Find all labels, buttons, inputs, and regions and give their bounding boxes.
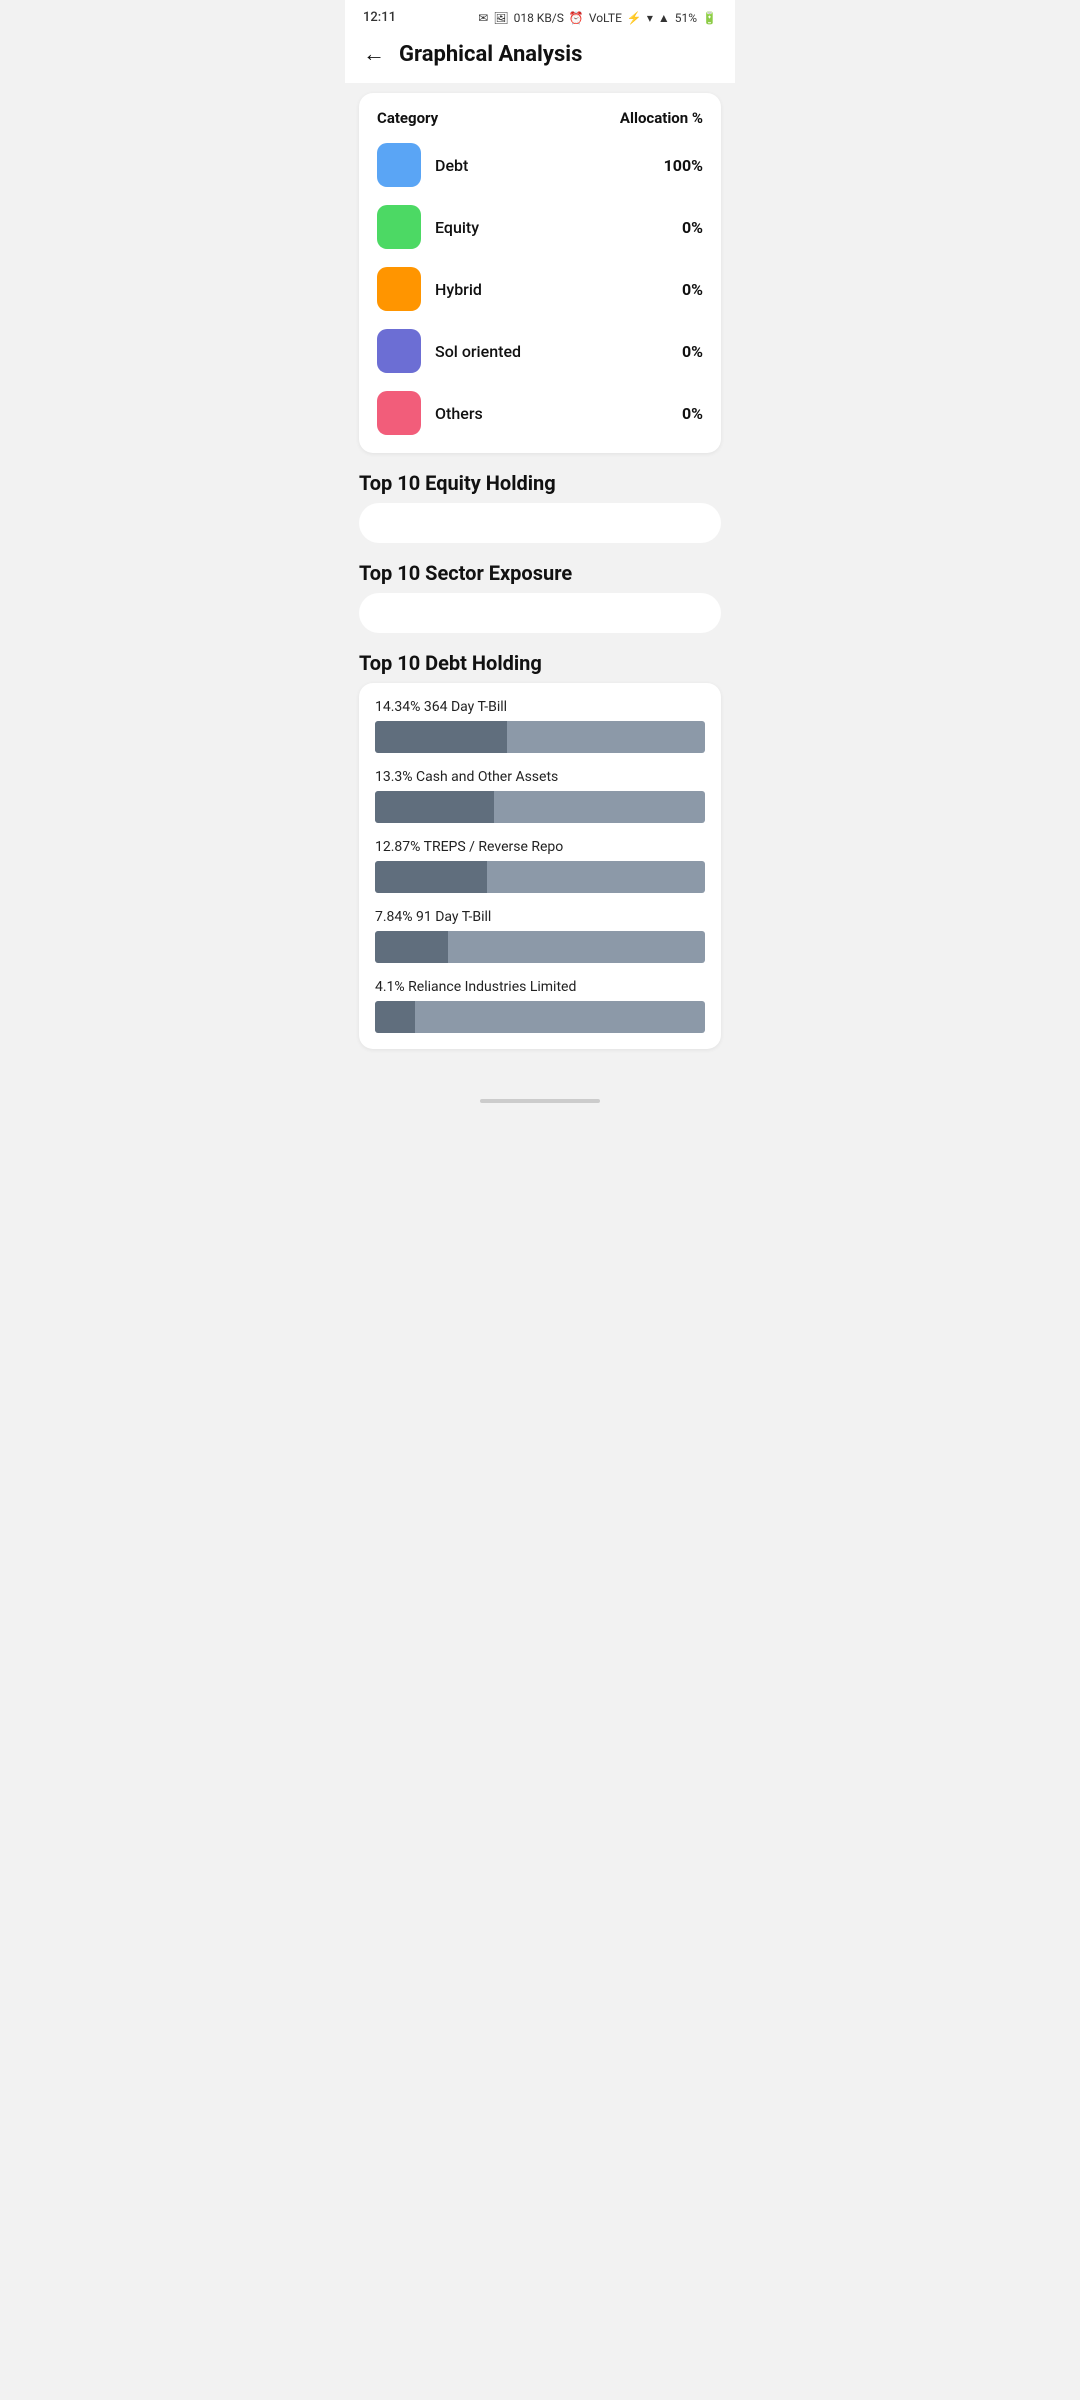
category-color-swatch (377, 205, 421, 249)
category-allocation: 0% (682, 280, 703, 299)
wifi-icon: ▾ (647, 11, 653, 25)
main-content: Category Allocation % Debt 100% Equity 0… (345, 83, 735, 1079)
category-left: Others (377, 391, 483, 435)
signal-icon: ▲ (658, 11, 670, 25)
debt-card: 14.34% 364 Day T-Bill 13.3% Cash and Oth… (359, 683, 721, 1049)
category-row: Others 0% (377, 391, 703, 435)
debt-row: 4.1% Reliance Industries Limited (375, 979, 705, 1033)
allocation-col-header: Allocation % (620, 109, 703, 127)
category-name: Sol oriented (435, 342, 521, 361)
category-row: Hybrid 0% (377, 267, 703, 311)
category-allocation: 0% (682, 342, 703, 361)
category-color-swatch (377, 329, 421, 373)
back-button[interactable]: ← (363, 41, 385, 67)
category-allocation: 0% (682, 218, 703, 237)
category-left: Equity (377, 205, 479, 249)
category-row: Equity 0% (377, 205, 703, 249)
debt-section-title: Top 10 Debt Holding (359, 651, 721, 675)
equity-empty-card (359, 503, 721, 543)
debt-bar-container (375, 861, 705, 893)
debt-row: 7.84% 91 Day T-Bill (375, 909, 705, 963)
category-card-header: Category Allocation % (377, 109, 703, 127)
debt-rows: 14.34% 364 Day T-Bill 13.3% Cash and Oth… (375, 699, 705, 1033)
debt-bar-container (375, 721, 705, 753)
debt-item-label: 13.3% Cash and Other Assets (375, 769, 705, 785)
image-icon: 🖼 (493, 11, 508, 25)
debt-bar-container (375, 931, 705, 963)
alarm-icon: ⏰ (569, 11, 584, 25)
header: ← Graphical Analysis (345, 31, 735, 83)
debt-bar-fill (375, 721, 507, 753)
debt-bar-fill (375, 861, 487, 893)
debt-bar-container (375, 1001, 705, 1033)
category-left: Debt (377, 143, 468, 187)
debt-item-label: 7.84% 91 Day T-Bill (375, 909, 705, 925)
category-name: Others (435, 404, 483, 423)
status-time: 12:11 (363, 10, 396, 25)
status-icons: ✉ 🖼 018 KB/S ⏰ VoLTE ⚡ ▾ ▲ 51% 🔋 (478, 11, 717, 25)
category-allocation: 0% (682, 404, 703, 423)
category-col-header: Category (377, 109, 438, 127)
debt-bar-fill (375, 1001, 415, 1033)
volte-icon: VoLTE (589, 11, 622, 25)
debt-row: 14.34% 364 Day T-Bill (375, 699, 705, 753)
debt-row: 12.87% TREPS / Reverse Repo (375, 839, 705, 893)
debt-bar-container (375, 791, 705, 823)
category-rows: Debt 100% Equity 0% Hybrid 0% Sol orient… (377, 143, 703, 435)
mail-icon: ✉ (478, 11, 488, 25)
status-bar: 12:11 ✉ 🖼 018 KB/S ⏰ VoLTE ⚡ ▾ ▲ 51% 🔋 (345, 0, 735, 31)
category-left: Hybrid (377, 267, 482, 311)
debt-item-label: 14.34% 364 Day T-Bill (375, 699, 705, 715)
sector-empty-card (359, 593, 721, 633)
debt-bar-fill (375, 931, 448, 963)
debt-item-label: 4.1% Reliance Industries Limited (375, 979, 705, 995)
page-title: Graphical Analysis (399, 42, 582, 67)
category-name: Hybrid (435, 280, 482, 299)
category-name: Equity (435, 218, 479, 237)
sector-section-title: Top 10 Sector Exposure (359, 561, 721, 585)
debt-item-label: 12.87% TREPS / Reverse Repo (375, 839, 705, 855)
category-name: Debt (435, 156, 468, 175)
category-row: Sol oriented 0% (377, 329, 703, 373)
bottom-indicator (480, 1099, 600, 1103)
category-allocation: 100% (664, 156, 703, 175)
data-speed: 018 KB/S (514, 11, 564, 25)
category-color-swatch (377, 267, 421, 311)
battery-icon: 🔋 (702, 11, 717, 25)
category-card: Category Allocation % Debt 100% Equity 0… (359, 93, 721, 453)
debt-row: 13.3% Cash and Other Assets (375, 769, 705, 823)
category-left: Sol oriented (377, 329, 521, 373)
category-color-swatch (377, 391, 421, 435)
debt-bar-fill (375, 791, 494, 823)
category-row: Debt 100% (377, 143, 703, 187)
category-color-swatch (377, 143, 421, 187)
equity-section-title: Top 10 Equity Holding (359, 471, 721, 495)
battery-pct: 51% (675, 11, 697, 25)
bluetooth-icon: ⚡ (627, 11, 642, 25)
